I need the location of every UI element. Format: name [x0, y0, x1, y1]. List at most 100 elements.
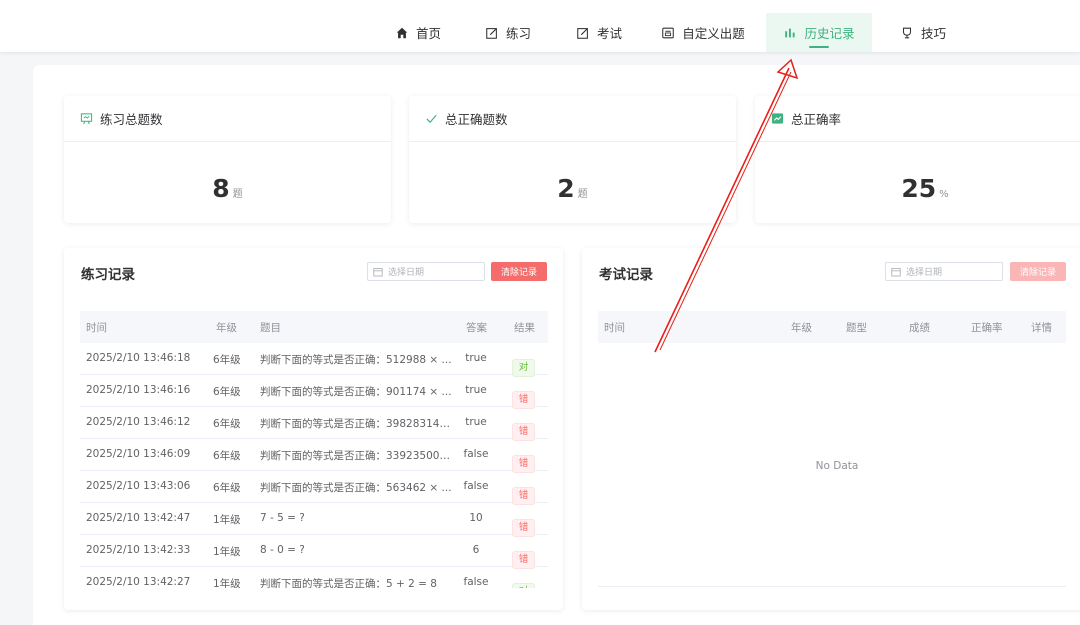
cell-grade: 6年级 — [213, 386, 241, 398]
col-grade: 年级 — [216, 322, 237, 334]
cell-grade: 1年级 — [213, 514, 241, 526]
table-row: 2025/2/10 13:43:06 6年级 判断下面的等式是否正确：56346… — [80, 471, 548, 505]
cell-grade: 6年级 — [213, 450, 241, 462]
nav-practice-label: 练习 — [505, 26, 531, 41]
stat-unit: % — [939, 189, 949, 200]
cell-question: 判断下面的等式是否正确：563462 × ... — [260, 482, 452, 494]
table-row: 2025/2/10 13:46:18 6年级 判断下面的等式是否正确：51298… — [80, 343, 548, 377]
practice-date-placeholder: 选择日期 — [388, 268, 425, 278]
nav-tips[interactable]: 技巧 — [890, 13, 956, 52]
edit-icon — [577, 27, 588, 39]
table-row: 2025/2/10 13:42:27 1年级 判断下面的等式是否正确：5 + 2… — [80, 567, 548, 588]
stat-card-header: 练习总题数 — [64, 96, 391, 142]
cell-question: 判断下面的等式是否正确：5 + 2 = 8 — [260, 578, 437, 588]
cell-question: 7 - 5 = ? — [260, 512, 305, 524]
result-tag: 对 — [512, 583, 535, 588]
col-details: 详情 — [1031, 322, 1052, 334]
cell-grade: 6年级 — [213, 482, 241, 494]
nav-exam-label: 考试 — [596, 26, 622, 41]
practice-records-title: 练习记录 — [81, 267, 135, 283]
col-result: 结果 — [514, 322, 535, 334]
table-row: 2025/2/10 13:46:12 6年级 判断下面的等式是否正确：39828… — [80, 407, 548, 441]
stat-body: 2题 — [409, 142, 736, 222]
practice-records-card: 练习记录 选择日期 清除记录 时间 年级 题目 答案 结果 2025/2/10 … — [64, 248, 563, 610]
check-icon — [426, 114, 437, 124]
stat-label: 总正确题数 — [445, 112, 508, 127]
exam-records-card: 考试记录 选择日期 清除记录 时间 年级 题型 成绩 正确率 详情 No Dat… — [582, 248, 1080, 610]
practice-table-header: 时间 年级 题目 答案 结果 — [80, 311, 548, 343]
col-grade: 年级 — [791, 322, 812, 334]
stat-value: 8 — [212, 174, 230, 203]
stat-unit: 题 — [577, 189, 588, 200]
exam-date-picker[interactable]: 选择日期 — [885, 262, 1003, 281]
table-row: 2025/2/10 13:46:09 6年级 判断下面的等式是否正确：33923… — [80, 439, 548, 473]
home-icon — [396, 27, 408, 38]
stat-label: 练习总题数 — [100, 112, 163, 127]
trend-chart-icon — [771, 113, 784, 124]
exam-clear-button[interactable]: 清除记录 — [1010, 262, 1066, 281]
stat-unit: 题 — [232, 189, 243, 200]
col-type: 题型 — [846, 322, 867, 334]
stat-card-total-practice: 练习总题数 8题 — [64, 96, 391, 223]
cell-answer: false — [463, 448, 489, 460]
bar-chart-icon — [785, 28, 796, 37]
cell-answer: 6 — [472, 544, 480, 556]
stat-value: 25 — [901, 174, 937, 203]
cell-grade: 1年级 — [213, 546, 241, 558]
stat-value-wrap: 25% — [755, 174, 1080, 203]
practice-date-picker[interactable]: 选择日期 — [367, 262, 485, 281]
nav-exam[interactable]: 考试 — [566, 13, 632, 52]
stat-body: 8题 — [64, 142, 391, 222]
cell-time: 2025/2/10 13:42:33 — [86, 544, 191, 556]
nav-custom-questions[interactable]: 自定义出题 — [653, 13, 753, 52]
exam-empty-text: No Data — [815, 460, 859, 472]
nav-practice[interactable]: 练习 — [475, 13, 541, 52]
nav-tips-label: 技巧 — [920, 26, 946, 41]
exam-date-placeholder: 选择日期 — [906, 268, 943, 278]
cell-grade: 1年级 — [213, 578, 241, 588]
top-navbar: 首页 练习 考试 自定义出题 历史记录 技巧 — [0, 0, 1080, 52]
col-accuracy: 正确率 — [971, 322, 1003, 334]
cell-grade: 6年级 — [213, 418, 241, 430]
col-question: 题目 — [260, 322, 281, 334]
cell-time: 2025/2/10 13:42:47 — [86, 512, 191, 524]
nav-custom-label: 自定义出题 — [682, 26, 745, 41]
stat-value-wrap: 8题 — [64, 174, 391, 203]
table-divider — [598, 586, 1066, 587]
calendar-card-icon — [662, 27, 675, 38]
exam-records-title: 考试记录 — [599, 267, 653, 283]
nav-history[interactable]: 历史记录 — [766, 13, 872, 52]
cell-time: 2025/2/10 13:43:06 — [86, 480, 191, 492]
cell-time: 2025/2/10 13:46:09 — [86, 448, 191, 460]
exam-table-header: 时间 年级 题型 成绩 正确率 详情 — [598, 311, 1066, 343]
cell-time: 2025/2/10 13:46:18 — [86, 352, 191, 364]
cell-time: 2025/2/10 13:42:27 — [86, 576, 191, 588]
stat-card-header: 总正确题数 — [409, 96, 736, 142]
cell-question: 判断下面的等式是否正确：339235006... — [260, 450, 453, 462]
stat-card-total-correct: 总正确题数 2题 — [409, 96, 736, 223]
cell-answer: true — [465, 384, 487, 396]
nav-history-label: 历史记录 — [804, 26, 855, 41]
cell-answer: true — [465, 416, 487, 428]
cell-time: 2025/2/10 13:46:12 — [86, 416, 191, 428]
cell-grade: 6年级 — [213, 354, 241, 366]
stat-value: 2 — [557, 174, 575, 203]
stat-card-header: 总正确率 — [755, 96, 1080, 142]
col-answer: 答案 — [466, 322, 487, 334]
stat-value-wrap: 2题 — [409, 174, 736, 203]
chat-board-icon — [80, 113, 93, 125]
calendar-icon — [373, 267, 383, 276]
practice-clear-button[interactable]: 清除记录 — [491, 262, 547, 281]
practice-table-body[interactable]: 2025/2/10 13:46:18 6年级 判断下面的等式是否正确：51298… — [80, 343, 548, 588]
nav-home-label: 首页 — [415, 26, 441, 41]
table-row: 2025/2/10 13:46:16 6年级 判断下面的等式是否正确：90117… — [80, 375, 548, 409]
table-row: 2025/2/10 13:42:33 1年级 8 - 0 = ? 6 错 — [80, 535, 548, 569]
stat-card-accuracy: 总正确率 25% — [755, 96, 1080, 223]
table-row: 2025/2/10 13:42:47 1年级 7 - 5 = ? 10 错 — [80, 503, 548, 537]
cell-answer: true — [465, 352, 487, 364]
nav-home[interactable]: 首页 — [385, 13, 451, 52]
cell-answer: false — [463, 480, 489, 492]
col-time: 时间 — [604, 322, 625, 334]
stat-body: 25% — [755, 142, 1080, 222]
cell-question: 判断下面的等式是否正确：512988 × ... — [260, 354, 452, 366]
